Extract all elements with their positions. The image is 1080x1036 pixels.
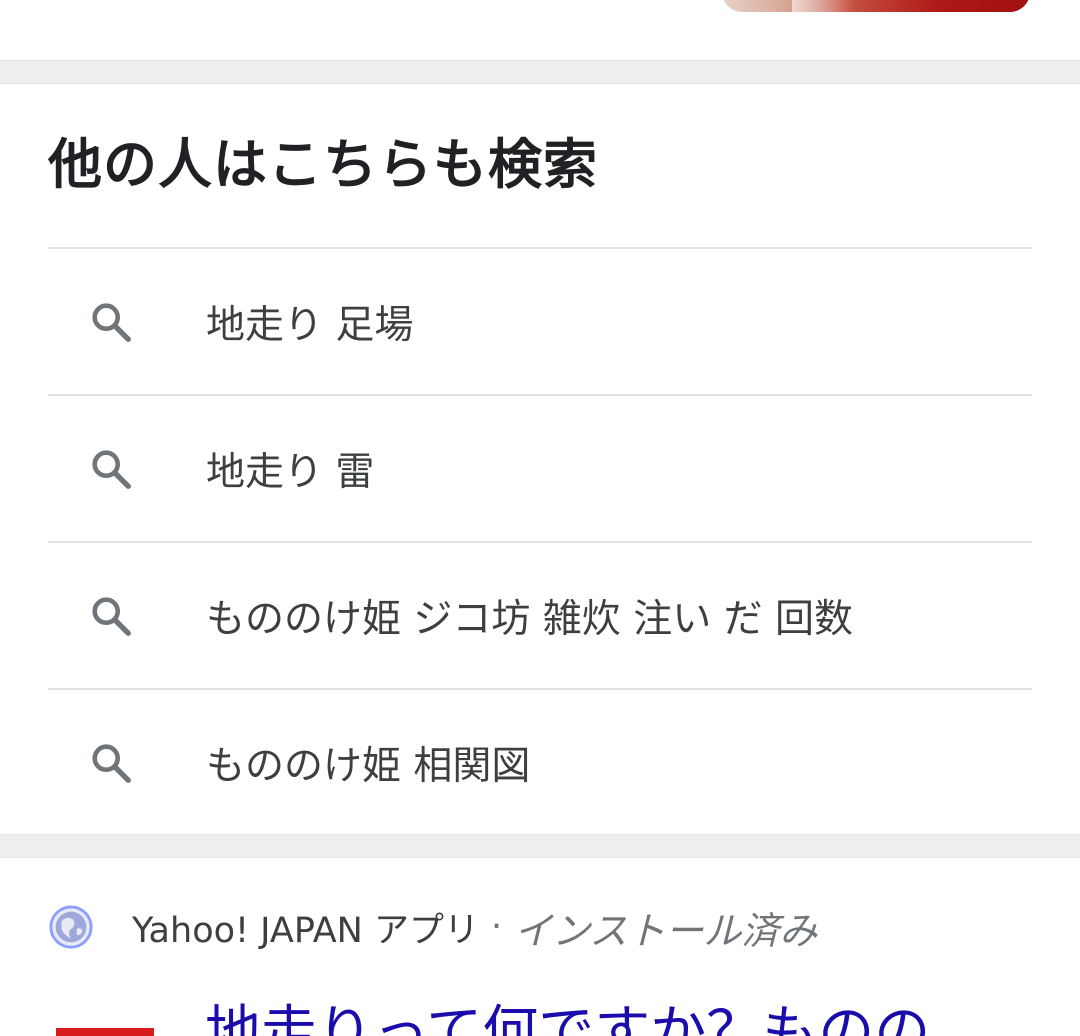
related-search-item[interactable]: もののけ姫 ジコ坊 雑炊 注い だ 回数	[48, 541, 1032, 688]
related-searches-list: 地走り 足場 地走り 雷 もののけ姫 ジコ坊 雑炊 注い だ 回数 もののけ姫 …	[48, 247, 1032, 835]
section-divider	[0, 60, 1080, 84]
related-search-label: 地走り 足場	[206, 302, 414, 348]
result-source-name: Yahoo! JAPAN アプリ	[132, 910, 479, 951]
related-searches-section: 他の人はこちらも検索 地走り 足場 地走り 雷 もののけ姫 ジコ坊 雑炊 注い …	[0, 84, 1080, 834]
related-search-label: もののけ姫 相関図	[206, 743, 531, 789]
result-title-link[interactable]: 地走りって何ですか？ものの	[205, 998, 930, 1036]
search-result: Yahoo! JAPAN アプリ · インストール済み 地走りって何ですか？もの…	[0, 858, 1080, 1036]
related-searches-title: 他の人はこちらも検索	[48, 133, 598, 196]
section-divider	[0, 834, 1080, 858]
result-favicon	[56, 1028, 154, 1036]
result-thumbnail[interactable]	[722, 0, 1030, 12]
related-search-item[interactable]: 地走り 雷	[48, 394, 1032, 541]
previous-result-card	[0, 0, 1080, 60]
search-icon	[92, 596, 131, 636]
install-status: インストール済み	[514, 908, 818, 953]
search-icon	[92, 743, 131, 783]
related-search-item[interactable]: もののけ姫 相関図	[48, 688, 1032, 835]
result-source[interactable]: Yahoo! JAPAN アプリ · インストール済み	[48, 902, 818, 953]
search-icon	[92, 302, 131, 342]
related-search-item[interactable]: 地走り 足場	[48, 247, 1032, 394]
globe-icon	[49, 905, 93, 949]
search-icon	[92, 449, 131, 489]
source-separator: ·	[490, 907, 503, 947]
related-search-label: 地走り 雷	[206, 449, 375, 495]
related-search-label: もののけ姫 ジコ坊 雑炊 注い だ 回数	[206, 596, 853, 642]
